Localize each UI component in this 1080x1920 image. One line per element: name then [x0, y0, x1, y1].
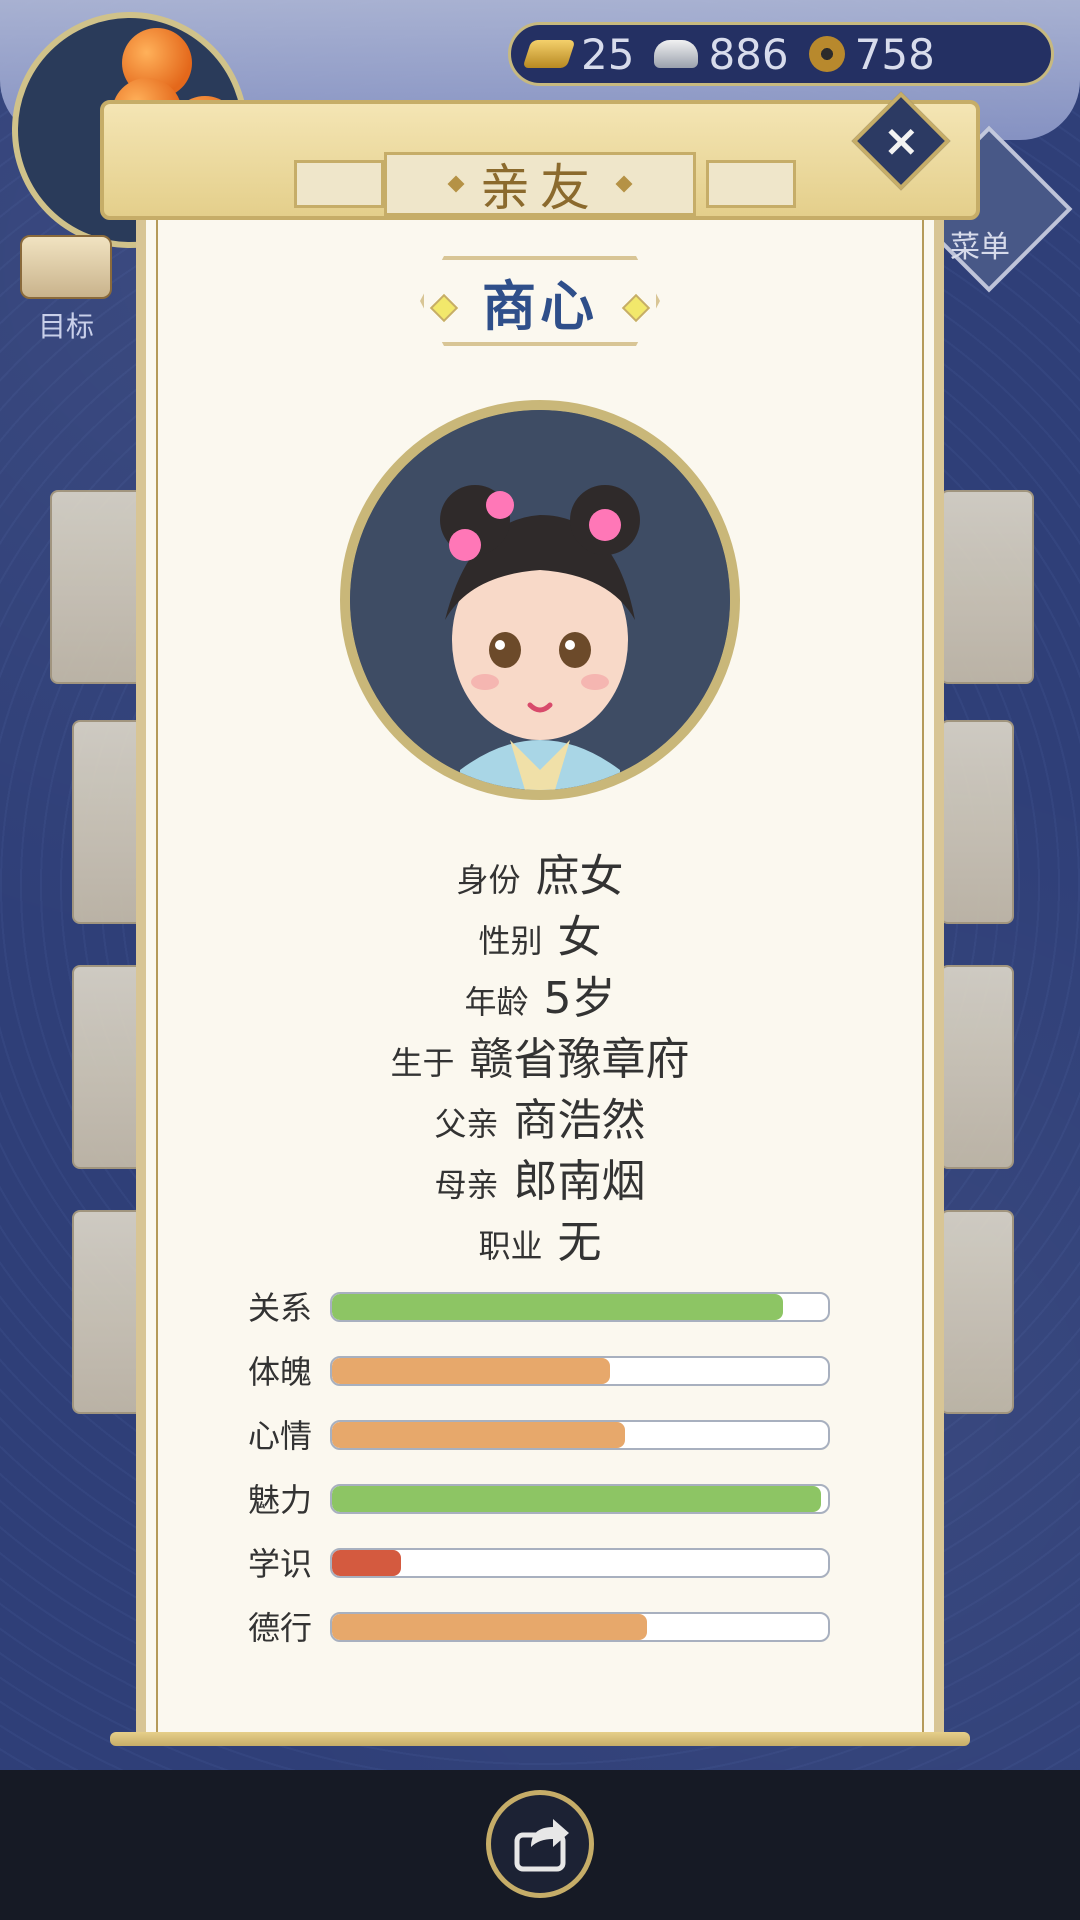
currency-bar: 25 886 758	[508, 22, 1054, 86]
stat-bar	[330, 1356, 830, 1386]
stat-bar	[330, 1292, 830, 1322]
stat-bar	[330, 1484, 830, 1514]
goal-button[interactable]: 目标	[16, 235, 116, 345]
character-name: 商心	[482, 274, 598, 338]
stat-fill	[332, 1294, 784, 1320]
stat-row-relationship: 关系	[248, 1288, 832, 1352]
info-row-occupation: 职业 无	[136, 1212, 944, 1273]
info-value: 商浩然	[513, 1095, 646, 1146]
diamond-icon	[615, 175, 633, 193]
stat-bar	[330, 1548, 830, 1578]
diamond-icon	[447, 175, 465, 193]
menu-label: 菜单	[950, 230, 1010, 265]
stat-fill	[332, 1422, 625, 1448]
stat-label: 魅力	[248, 1481, 313, 1519]
stat-label: 体魄	[248, 1353, 313, 1391]
scroll-bottom-rod	[110, 1732, 970, 1746]
share-icon	[514, 1819, 569, 1872]
copper-coin-icon	[808, 36, 845, 72]
character-stats: 关系 体魄 心情 魅力 学识 德行	[248, 1288, 832, 1672]
stat-label: 学识	[248, 1545, 313, 1583]
side-card-left-1	[50, 490, 144, 684]
close-icon: ×	[882, 115, 920, 166]
info-value: 无	[557, 1217, 602, 1268]
info-value: 女	[557, 912, 602, 963]
side-card-right-3	[940, 965, 1014, 1169]
copper-amount: 758	[854, 29, 935, 79]
info-row-age: 年龄 5岁	[136, 968, 944, 1029]
gold-ingot-icon	[522, 40, 576, 68]
header-decoration-left	[294, 160, 384, 208]
side-card-left-2	[72, 720, 146, 924]
stat-label: 关系	[248, 1289, 313, 1327]
info-label: 性别	[478, 922, 543, 960]
info-value: 郎南烟	[513, 1156, 646, 1207]
character-name-plate: 商心	[420, 256, 660, 346]
stat-label: 德行	[248, 1609, 313, 1647]
info-label: 母亲	[434, 1166, 499, 1204]
share-button[interactable]	[486, 1790, 594, 1898]
stat-row-mood: 心情	[248, 1416, 832, 1480]
character-info: 身份 庶女 性别 女 年龄 5岁 生于 赣省豫章府 父亲 商浩然 母亲 郎南烟 …	[136, 846, 944, 1273]
stat-row-virtue: 德行	[248, 1608, 832, 1672]
info-row-mother: 母亲 郎南烟	[136, 1151, 944, 1212]
info-label: 职业	[478, 1227, 543, 1265]
header-decoration-right	[706, 160, 796, 208]
stat-fill	[332, 1358, 610, 1384]
gem-icon	[429, 293, 459, 323]
stat-fill	[332, 1550, 402, 1576]
info-value: 赣省豫章府	[469, 1034, 690, 1085]
info-row-birthplace: 生于 赣省豫章府	[136, 1029, 944, 1090]
stat-bar	[330, 1420, 830, 1450]
stat-bar	[330, 1612, 830, 1642]
info-label: 身份	[456, 861, 521, 899]
goal-label: 目标	[37, 310, 94, 343]
info-value: 庶女	[535, 851, 624, 902]
girl-portrait-icon	[350, 410, 730, 790]
side-card-right-1	[940, 490, 1034, 684]
character-portrait	[340, 400, 740, 800]
stat-label: 心情	[248, 1417, 313, 1455]
stat-row-physique: 体魄	[248, 1352, 832, 1416]
side-card-right-4	[940, 1210, 1014, 1414]
info-row-father: 父亲 商浩然	[136, 1090, 944, 1151]
side-card-left-3	[72, 965, 146, 1169]
scroll-icon	[20, 235, 112, 299]
stat-row-knowledge: 学识	[248, 1544, 832, 1608]
gold-amount: 25	[581, 29, 635, 79]
stat-row-charm: 魅力	[248, 1480, 832, 1544]
info-row-gender: 性别 女	[136, 907, 944, 968]
info-label: 生于	[390, 1044, 455, 1082]
silver-ingot-icon	[654, 40, 699, 68]
side-card-left-4	[72, 1210, 146, 1414]
panel-title: 亲友	[384, 152, 696, 217]
gem-icon	[621, 293, 651, 323]
panel-title-text: 亲友	[480, 159, 600, 217]
side-card-right-2	[940, 720, 1014, 924]
stat-fill	[332, 1486, 821, 1512]
info-label: 父亲	[434, 1105, 499, 1143]
info-row-identity: 身份 庶女	[136, 846, 944, 907]
silver-amount: 886	[708, 29, 789, 79]
stat-fill	[332, 1614, 647, 1640]
info-value: 5岁	[543, 973, 616, 1024]
info-label: 年龄	[464, 983, 529, 1021]
